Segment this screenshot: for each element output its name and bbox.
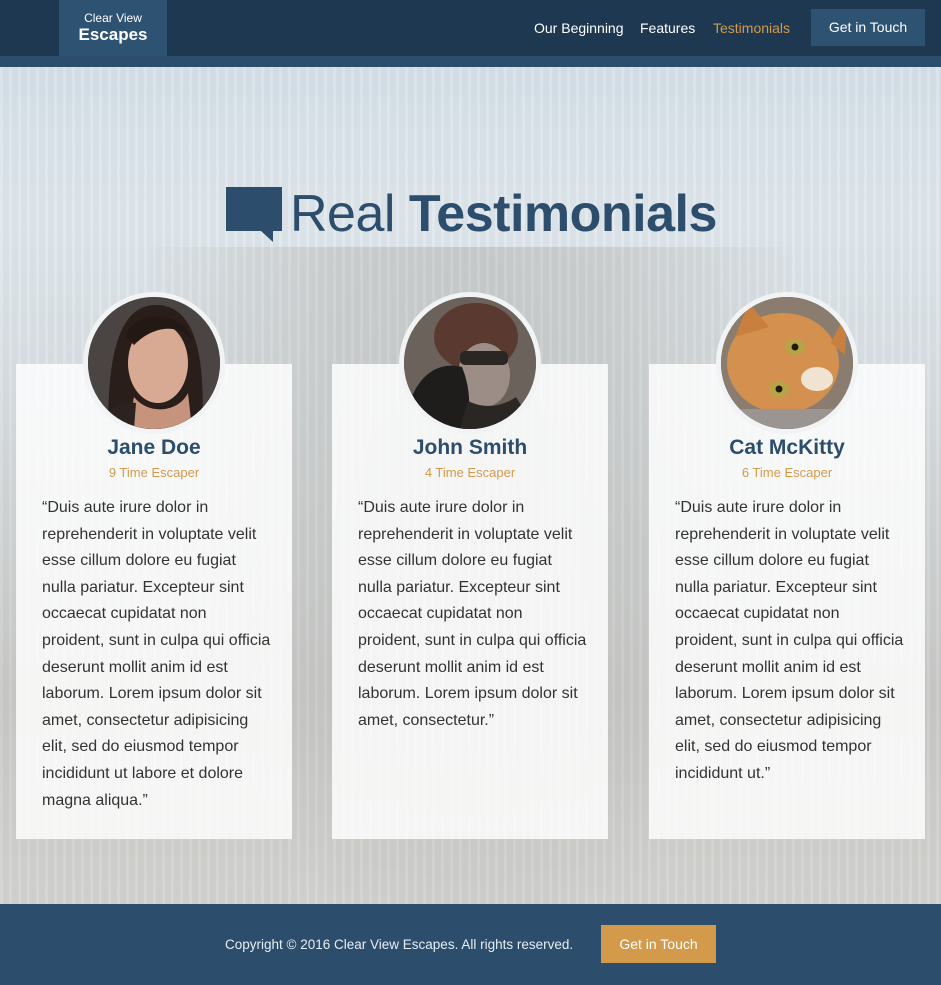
testimonial-subtitle: 6 Time Escaper: [741, 465, 833, 480]
testimonial-name: Jane Doe: [107, 436, 201, 459]
testimonial-card: John Smith 4 Time Escaper “Duis aute iru…: [332, 364, 608, 839]
nav-our-beginning[interactable]: Our Beginning: [534, 0, 624, 56]
footer-get-in-touch-button[interactable]: Get in Touch: [601, 925, 716, 963]
testimonial-name: John Smith: [412, 436, 528, 459]
avatar-john-smith: [399, 292, 541, 434]
testimonial-quote: “Duis aute irure dolor in reprehenderit …: [358, 499, 587, 729]
logo[interactable]: Clear View Escapes: [59, 0, 167, 56]
testimonial-name: Cat McKitty: [729, 436, 845, 459]
header-get-in-touch-button[interactable]: Get in Touch: [811, 9, 925, 46]
nav-features[interactable]: Features: [640, 0, 695, 56]
title-light: Real: [290, 185, 395, 243]
copyright-text: Copyright © 2016 Clear View Escapes. All…: [225, 937, 574, 952]
testimonial-quote: “Duis aute irure dolor in reprehenderit …: [675, 499, 904, 782]
header-divider: [0, 56, 941, 67]
avatar-jane-doe: [83, 292, 225, 434]
testimonial-subtitle: 4 Time Escaper: [424, 465, 516, 480]
title-bold: Testimonials: [408, 185, 718, 243]
testimonial-card: Jane Doe 9 Time Escaper “Duis aute irure…: [16, 364, 292, 839]
site-header: Clear View Escapes Our Beginning Feature…: [0, 0, 941, 56]
testimonial-card: Cat McKitty 6 Time Escaper “Duis aute ir…: [649, 364, 925, 839]
nav-testimonials[interactable]: Testimonials: [713, 0, 790, 56]
section-title: Real Testimonials: [290, 183, 717, 245]
avatar-cat-mckitty: [716, 292, 858, 434]
testimonial-quote: “Duis aute irure dolor in reprehenderit …: [42, 499, 271, 809]
testimonial-subtitle: 9 Time Escaper: [108, 465, 200, 480]
speech-bubble-icon: [226, 187, 282, 242]
logo-line-1: Clear View: [84, 11, 142, 25]
site-footer: Copyright © 2016 Clear View Escapes. All…: [0, 904, 941, 985]
logo-line-2: Escapes: [78, 25, 148, 44]
